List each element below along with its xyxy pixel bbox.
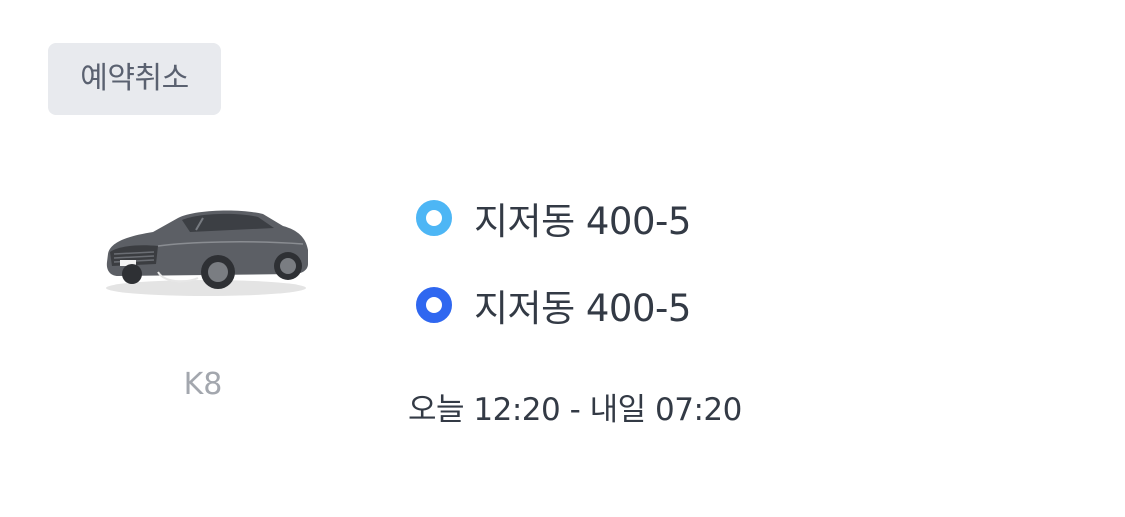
return-location-text: 지저동 400-5 bbox=[474, 287, 691, 330]
pickup-marker-icon bbox=[416, 200, 452, 236]
return-marker-icon bbox=[416, 287, 452, 323]
pickup-location-row: 지저동 400-5 bbox=[416, 193, 691, 243]
reservation-time-range: 오늘 12:20 - 내일 07:20 bbox=[408, 392, 742, 428]
car-name: K8 bbox=[183, 367, 223, 402]
cancel-reservation-button[interactable]: 예약취소 bbox=[48, 43, 221, 115]
pickup-location-text: 지저동 400-5 bbox=[474, 200, 691, 243]
car-image bbox=[106, 210, 308, 296]
return-location-row: 지저동 400-5 bbox=[416, 280, 691, 330]
